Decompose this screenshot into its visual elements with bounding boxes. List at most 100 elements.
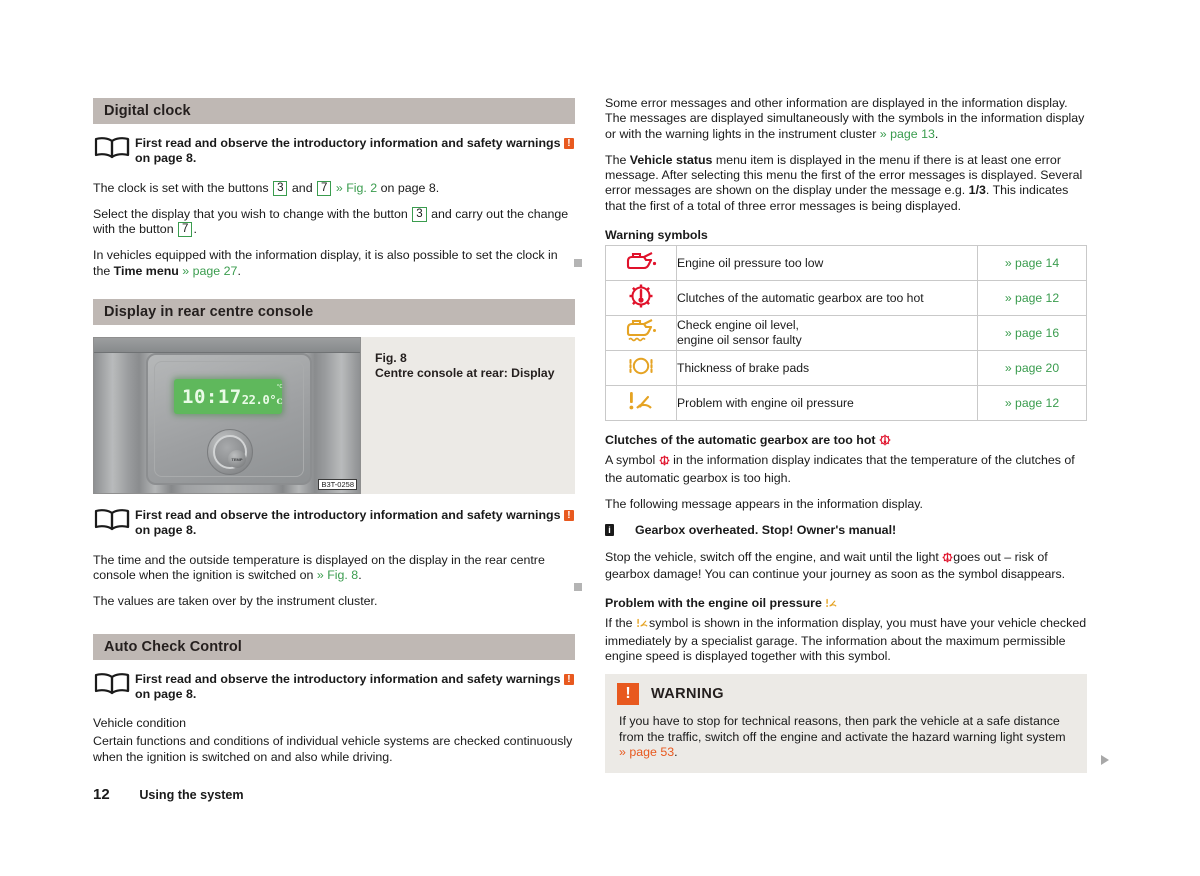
safety-note-text: First read and observe the introductory … (135, 672, 575, 703)
book-icon (93, 136, 135, 164)
text-seg: . (237, 263, 241, 278)
text-seg: Stop the vehicle, switch off the engine,… (605, 549, 943, 564)
text-seg: Select the display that you wish to chan… (93, 206, 412, 221)
paragraph-vehicle-condition: Certain functions and conditions of indi… (93, 734, 573, 764)
paragraph-values-cluster: The values are taken over by the instrum… (93, 594, 378, 609)
heading-gearbox-too-hot: Clutches of the automatic gearbox are to… (605, 433, 1087, 450)
oil-pressure-problem-icon (636, 617, 649, 633)
note-text-before: First read and observe the introductory … (135, 136, 561, 150)
cross-reference-fig8[interactable]: » Fig. 8 (317, 568, 358, 582)
safety-note-text: First read and observe the introductory … (135, 136, 575, 167)
warning-exclamation-icon: ! (563, 510, 574, 522)
left-column: Digital clock First read and observe the… (93, 98, 575, 776)
oil-can-pressure-icon (605, 245, 677, 282)
warning-box-body: If you have to stop for technical reason… (617, 714, 1075, 760)
figure-number: Fig. 8 (375, 351, 407, 366)
console-top-trim (94, 338, 360, 354)
text-seg: The clock is set with the buttons (93, 180, 273, 195)
gearbox-temperature-icon (879, 434, 891, 450)
warning-box-header: ! WARNING (617, 683, 1075, 706)
figure-image-centre-console: 10:17 °C 22.0°ᴄ TEMP B3T-0258 (93, 337, 361, 495)
table-row: Check engine oil level, engine oil senso… (605, 315, 1087, 352)
paragraph-oil-pressure-check: If the symbol is shown in the informatio… (605, 616, 1087, 664)
heading-text: Clutches of the automatic gearbox are to… (605, 433, 876, 448)
warning-box-title: WARNING (651, 686, 724, 703)
paragraph-stop-vehicle: Stop the vehicle, switch off the engine,… (605, 550, 1087, 583)
figure-title: Centre console at rear: Display (375, 366, 555, 381)
info-message-text: Gearbox overheated. Stop! Owner's manual… (635, 523, 897, 538)
lcd-temperature-value: 22.0°ᴄ (241, 392, 283, 407)
lcd-display: 10:17 °C 22.0°ᴄ (174, 379, 283, 415)
oil-pressure-problem-icon (605, 385, 677, 422)
text-seg: A symbol (605, 453, 659, 468)
note-text-before: First read and observe the introductory … (135, 671, 561, 686)
text-seg: . (934, 126, 939, 141)
warning-description: Thickness of brake pads (676, 350, 978, 387)
figure-caption: Fig. 8 Centre console at rear: Display (361, 337, 555, 494)
text-seg: If you have to stop for technical reason… (619, 714, 1066, 744)
text-seg: . (193, 222, 197, 237)
table-row: Engine oil pressure too low » page 14 (605, 245, 1087, 282)
page-footer: 12 Using the system (93, 786, 244, 803)
heading-text: Problem with the engine oil pressure (605, 596, 822, 611)
book-icon (93, 508, 135, 536)
paragraph-select-display: Select the display that you wish to chan… (93, 206, 575, 238)
time-menu-label: Time menu (113, 263, 179, 278)
text-seg: . (674, 744, 678, 759)
warning-exclamation-icon: ! (563, 673, 574, 685)
page-number: 12 (93, 786, 110, 803)
end-of-section-marker (574, 583, 582, 591)
warning-symbols-table-title: Warning symbols (605, 228, 708, 243)
warning-description: Clutches of the automatic gearbox are to… (676, 280, 978, 317)
safety-note-digital-clock: First read and observe the introductory … (93, 136, 575, 167)
lcd-time-value: 10:17 (182, 385, 242, 408)
knob-center-label: TEMP (228, 450, 246, 469)
message-counter-example: 1/3 (968, 183, 986, 198)
warning-page-ref[interactable]: » page 14 (977, 245, 1087, 282)
button-ref-7: 7 (317, 180, 332, 196)
console-knob: TEMP (207, 429, 253, 476)
warning-description-line1: Check engine oil level, (677, 318, 799, 333)
info-icon: i (605, 524, 614, 537)
table-row: Problem with engine oil pressure » page … (605, 385, 1087, 422)
warning-page-ref[interactable]: » page 20 (977, 350, 1087, 387)
safety-note-auto-check: First read and observe the introductory … (93, 672, 575, 703)
gearbox-temperature-icon (605, 280, 677, 317)
oil-level-sensor-icon (605, 315, 677, 352)
warning-description-line2: engine oil sensor faulty (677, 333, 802, 348)
button-ref-7b: 7 (178, 222, 193, 238)
text-seg: If the (605, 616, 636, 631)
text-seg: The (605, 152, 630, 167)
paragraph-clock-set: The clock is set with the buttons 3 and … (93, 180, 575, 196)
warning-box: ! WARNING If you have to stop for techni… (605, 674, 1109, 774)
oil-pressure-problem-icon (825, 597, 838, 613)
heading-oil-pressure-problem: Problem with the engine oil pressure (605, 596, 1087, 613)
table-row: Thickness of brake pads » page 20 (605, 350, 1087, 387)
button-ref-3b: 3 (412, 206, 427, 222)
warning-exclamation-icon: ! (563, 138, 574, 149)
cross-reference-page13[interactable]: » page 13 (880, 127, 935, 141)
table-row: Clutches of the automatic gearbox are to… (605, 280, 1087, 317)
console-panel: 10:17 °C 22.0°ᴄ TEMP (146, 353, 312, 486)
cross-reference-page53[interactable]: » page 53 (619, 745, 674, 759)
warning-page-ref[interactable]: » page 12 (977, 385, 1087, 422)
knob-ring: TEMP (213, 435, 247, 470)
figure-rear-console: 10:17 °C 22.0°ᴄ TEMP B3T-0258 Fig. 8 Cen… (93, 337, 575, 495)
paragraph-time-temp-display: The time and the outside temperature is … (93, 553, 575, 584)
cross-reference-fig2[interactable]: » Fig. 2 (332, 181, 377, 195)
warning-description: Engine oil pressure too low (676, 245, 978, 282)
warning-page-ref[interactable]: » page 16 (977, 315, 1087, 352)
text-seg: and (288, 180, 317, 195)
note-text-after: on page 8. (135, 151, 197, 166)
warning-exclamation-icon: ! (617, 683, 639, 706)
note-text-after: on page 8. (135, 686, 197, 701)
warning-page-ref[interactable]: » page 12 (977, 280, 1087, 317)
text-seg: symbol is shown in the information displ… (605, 616, 1087, 664)
button-ref-3: 3 (273, 180, 288, 196)
cross-reference-page27[interactable]: » page 27 (179, 264, 237, 278)
section-header-rear-console: Display in rear centre console (93, 299, 575, 326)
lcd-unit-label: °C (276, 384, 283, 391)
warning-symbols-table: Engine oil pressure too low » page 14 Cl… (605, 245, 1087, 422)
warning-description: Check engine oil level, engine oil senso… (676, 315, 978, 352)
footer-section-title: Using the system (139, 788, 244, 802)
